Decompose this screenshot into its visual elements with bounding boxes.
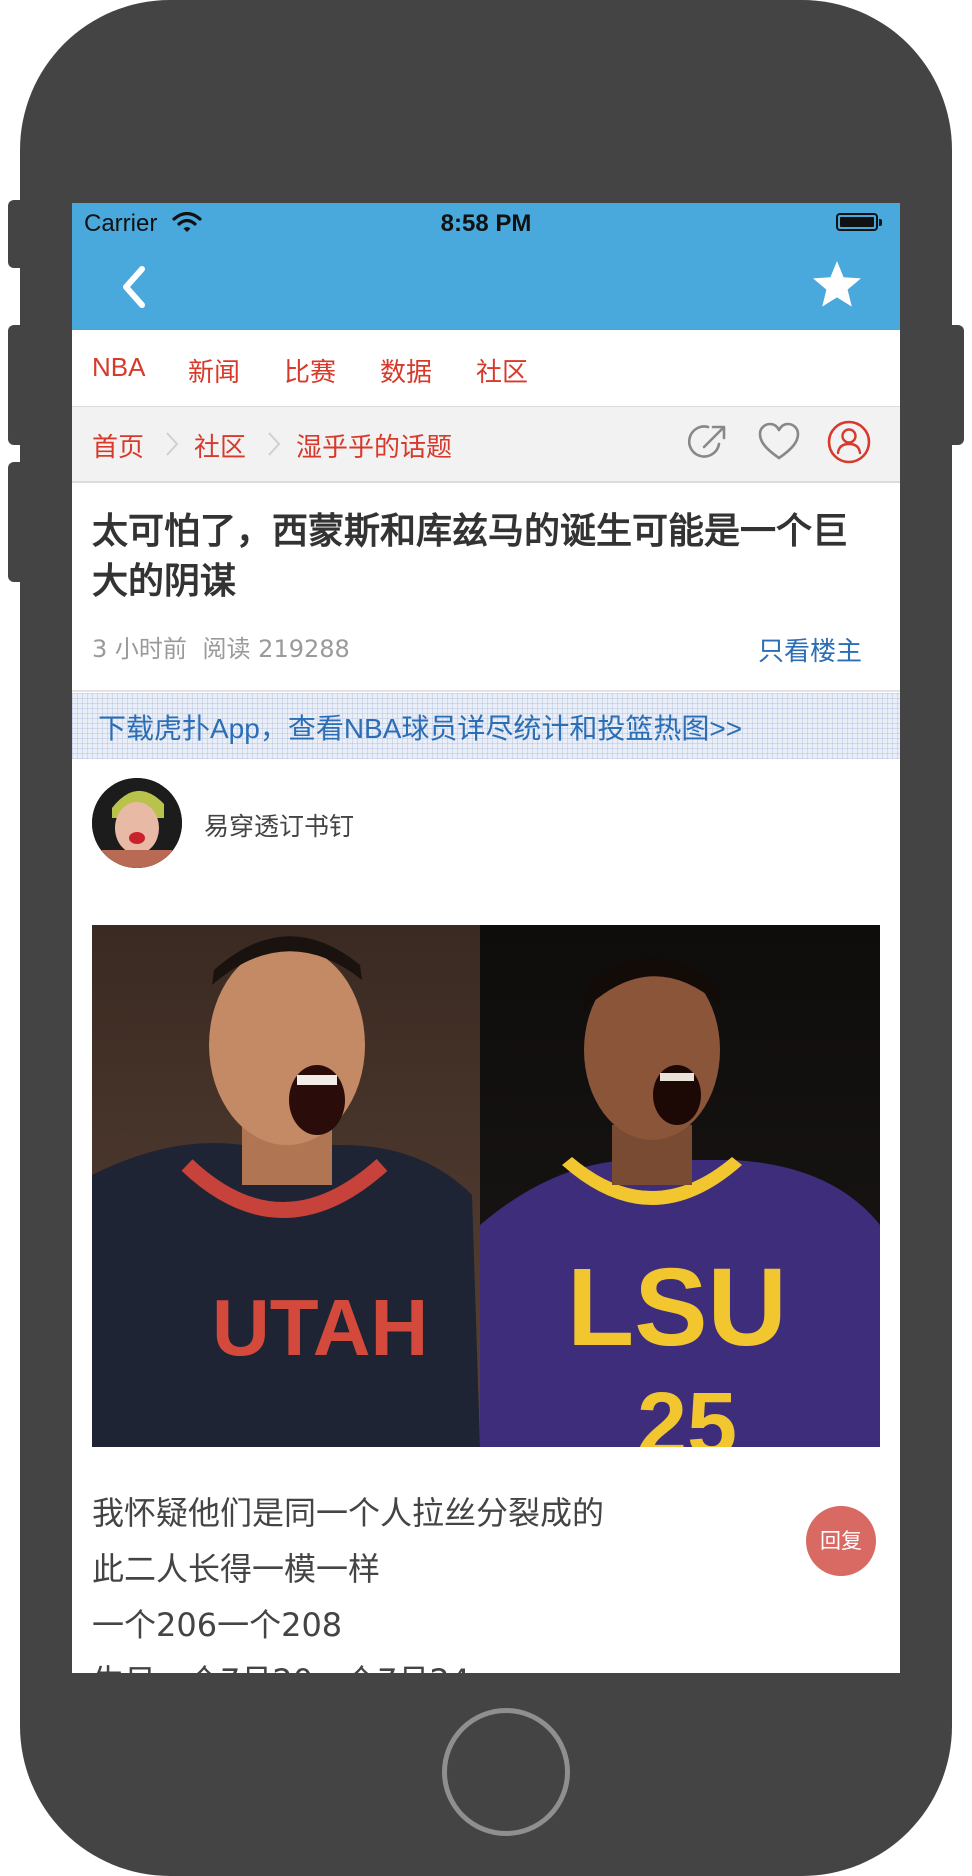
post-body-line: 生日一个7月20一个7月24: [92, 1653, 792, 1673]
avatar[interactable]: [92, 778, 182, 868]
section-tabs: NBA 新闻 比赛 数据 社区: [72, 330, 900, 407]
tab-stats[interactable]: 数据: [380, 352, 432, 389]
status-time: 8:58 PM: [440, 210, 532, 237]
post-body-line: 一个206一个208: [92, 1606, 343, 1644]
only-op-link[interactable]: 只看楼主: [758, 631, 862, 668]
right-jersey-number: 25: [637, 1375, 737, 1447]
left-jersey-text: UTAH: [212, 1283, 428, 1372]
avatar-image: [92, 778, 182, 868]
home-button[interactable]: [442, 1708, 570, 1836]
post-body-line: 我怀疑他们是同一个人拉丝分裂成的: [92, 1494, 605, 1532]
divider: [72, 690, 900, 692]
breadcrumb-home[interactable]: 首页: [92, 427, 144, 464]
post-body-line: 此二人长得一模一样: [92, 1550, 381, 1588]
tab-community[interactable]: 社区: [476, 352, 528, 389]
banner-text: 下载虎扑App，查看NBA球员详尽统计和投篮热图>>: [98, 713, 743, 744]
post-image[interactable]: UTAH LSU 25: [92, 925, 880, 1447]
post-time: 3 小时前: [92, 635, 187, 663]
navigation-bar: Carrier 8:58 PM: [72, 203, 900, 330]
chevron-right-icon: [268, 432, 281, 456]
post-meta: 3 小时前 阅读 219288: [92, 629, 350, 664]
device-stage: Carrier 8:58 PM NBA 新闻 比赛 数据 社区 首页 社区 湿乎…: [0, 0, 972, 1876]
breadcrumb-community[interactable]: 社区: [194, 427, 246, 464]
user-icon[interactable]: [826, 419, 872, 465]
tab-games[interactable]: 比赛: [284, 352, 336, 389]
tab-nba[interactable]: NBA: [92, 352, 145, 383]
chevron-left-icon[interactable]: [114, 263, 154, 311]
chevron-right-icon: [166, 432, 179, 456]
download-app-banner[interactable]: 下载虎扑App，查看NBA球员详尽统计和投篮热图>>: [72, 693, 900, 759]
battery-icon: [836, 213, 882, 231]
heart-icon[interactable]: [756, 419, 802, 465]
post-title: 太可怕了，西蒙斯和库兹马的诞生可能是一个巨大的阴谋: [92, 511, 849, 602]
star-icon[interactable]: [810, 258, 864, 312]
post-read-count: 阅读 219288: [202, 635, 350, 663]
breadcrumb-topic[interactable]: 湿乎乎的话题: [296, 427, 452, 464]
share-icon[interactable]: [686, 419, 732, 465]
author-name[interactable]: 易穿透订书钉: [204, 807, 354, 843]
tab-news[interactable]: 新闻: [188, 352, 240, 389]
post-body: 我怀疑他们是同一个人拉丝分裂成的 此二人长得一模一样 一个206一个208 生日…: [92, 1485, 792, 1673]
reply-button[interactable]: 回复: [806, 1506, 876, 1576]
status-bar: Carrier 8:58 PM: [72, 203, 900, 243]
right-jersey-text: LSU: [567, 1246, 787, 1369]
breadcrumb: 首页 社区 湿乎乎的话题: [72, 407, 900, 483]
players-photo: UTAH LSU 25: [92, 925, 880, 1447]
app-screen: Carrier 8:58 PM NBA 新闻 比赛 数据 社区 首页 社区 湿乎…: [72, 203, 900, 1673]
